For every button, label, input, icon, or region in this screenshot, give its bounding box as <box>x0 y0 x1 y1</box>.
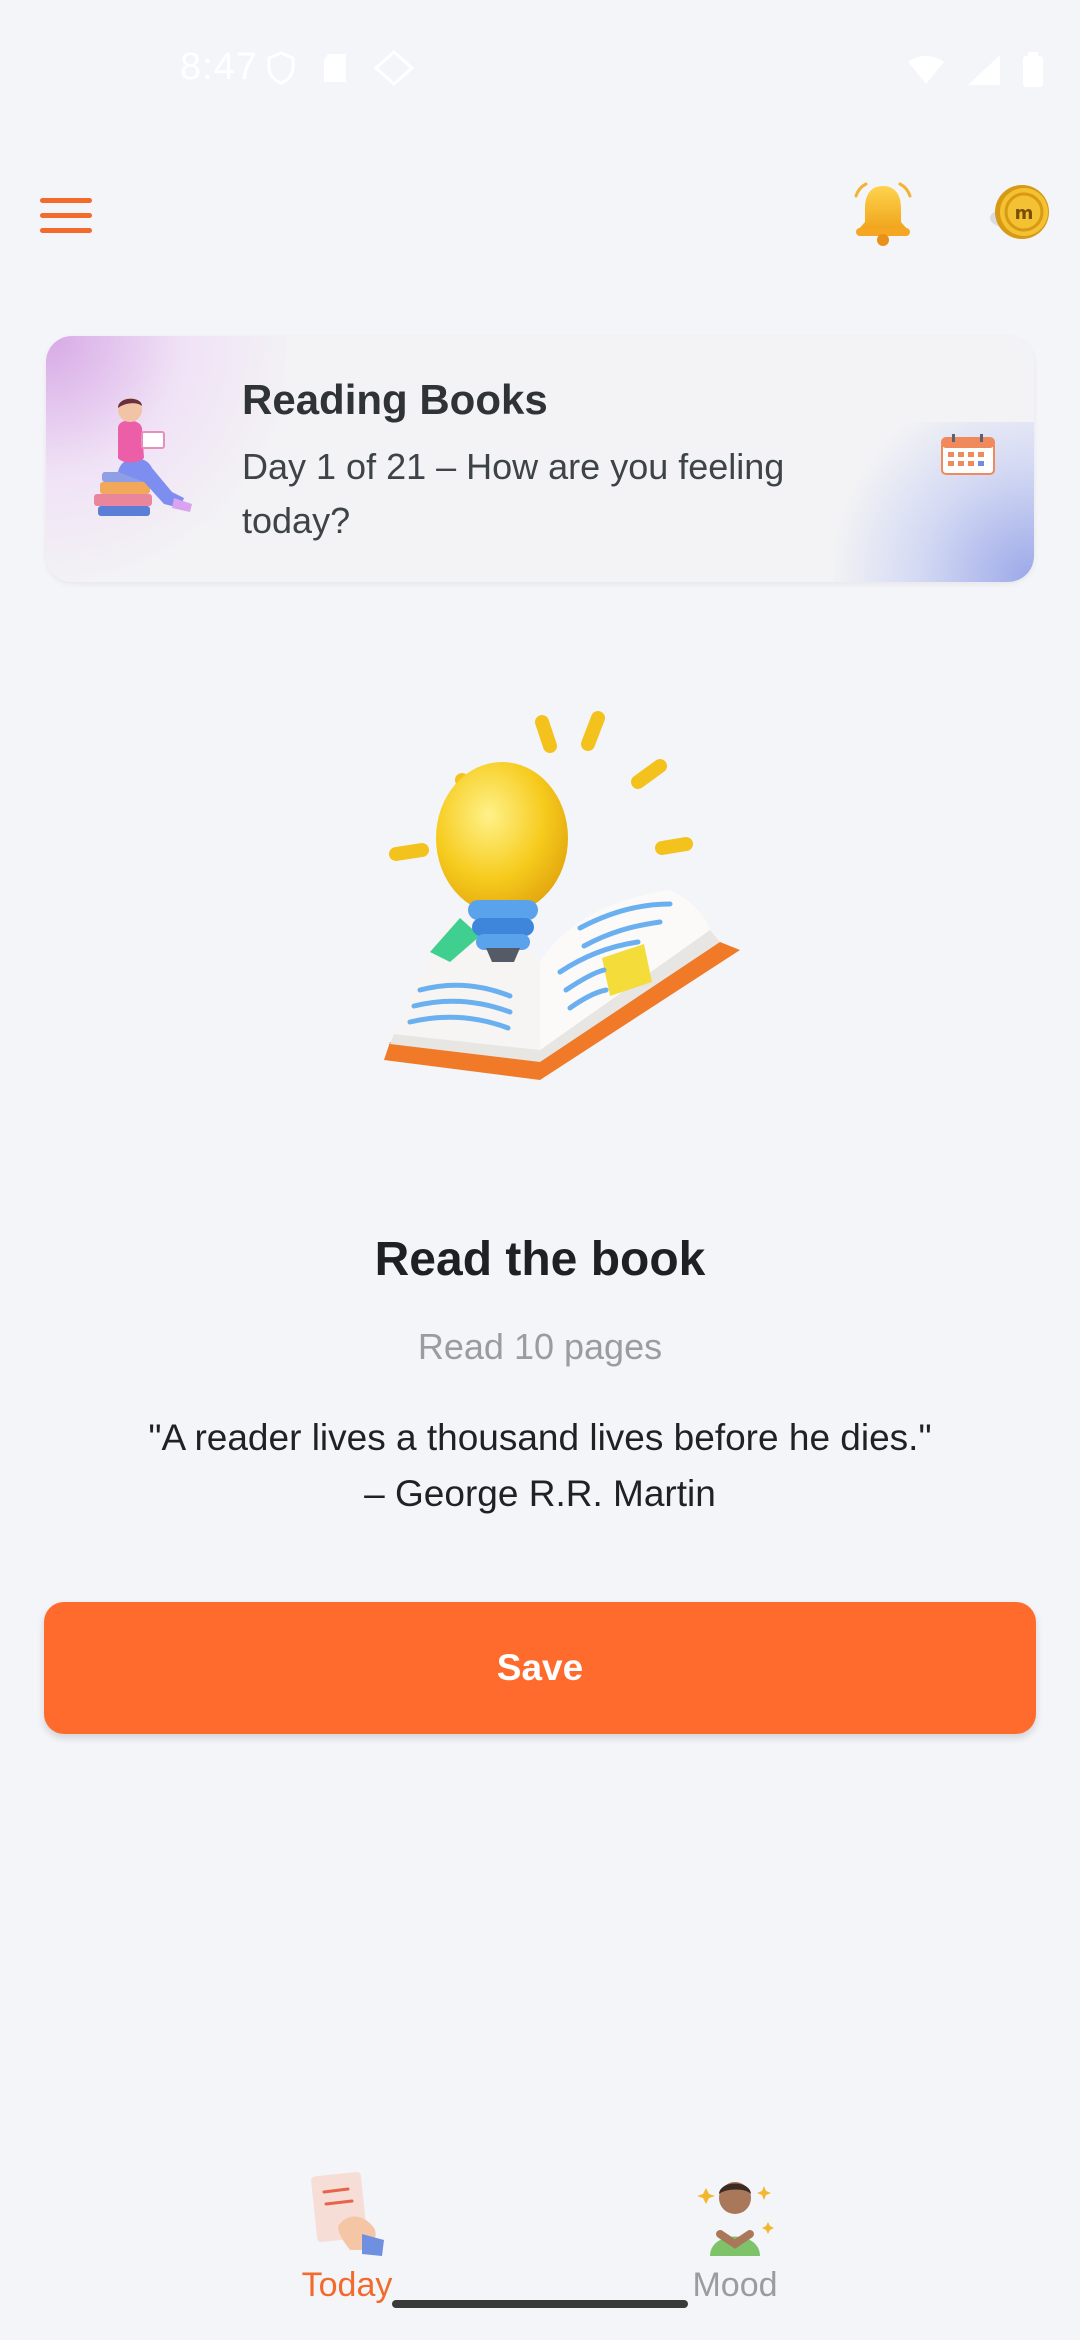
quote: "A reader lives a thousand lives before … <box>90 1410 990 1522</box>
cast-icon <box>374 50 414 86</box>
sd-card-icon <box>324 54 346 82</box>
hamburger-menu-icon[interactable] <box>40 180 110 250</box>
card-subtitle: Day 1 of 21 – How are you feeling today? <box>242 446 785 541</box>
today-icon <box>311 2171 384 2256</box>
nav-item-today[interactable]: Today <box>292 2170 402 2304</box>
status-icons-right <box>906 52 1044 88</box>
calendar-icon <box>941 434 995 475</box>
book-lightbulb-illustration <box>384 711 740 1080</box>
wifi-icon <box>908 56 944 84</box>
task-subtitle: Read 10 pages <box>417 1326 663 1367</box>
home-indicator[interactable] <box>392 2300 688 2308</box>
card-title: Reading Books <box>242 376 548 423</box>
status-icons-left <box>266 50 414 86</box>
challenge-card[interactable]: Reading Books Day 1 of 21 – How are you … <box>46 336 1034 582</box>
svg-text:m: m <box>1015 203 1034 224</box>
signal-icon <box>968 55 1000 85</box>
quote-text: "A reader lives a thousand lives before … <box>148 1417 932 1458</box>
mood-icon <box>697 2182 774 2256</box>
reading-girl-illustration <box>94 398 192 516</box>
bell-icon[interactable] <box>848 178 918 248</box>
coin-icon[interactable]: m <box>980 178 1050 248</box>
save-button[interactable]: Save <box>44 1602 1036 1734</box>
nav-item-mood[interactable]: Mood <box>680 2170 790 2304</box>
battery-icon <box>1023 52 1043 87</box>
status-time: 8:47 <box>180 46 258 88</box>
quote-author: – George R.R. Martin <box>364 1473 716 1514</box>
shield-icon <box>267 51 295 85</box>
task-title: Read the book <box>374 1233 706 1286</box>
